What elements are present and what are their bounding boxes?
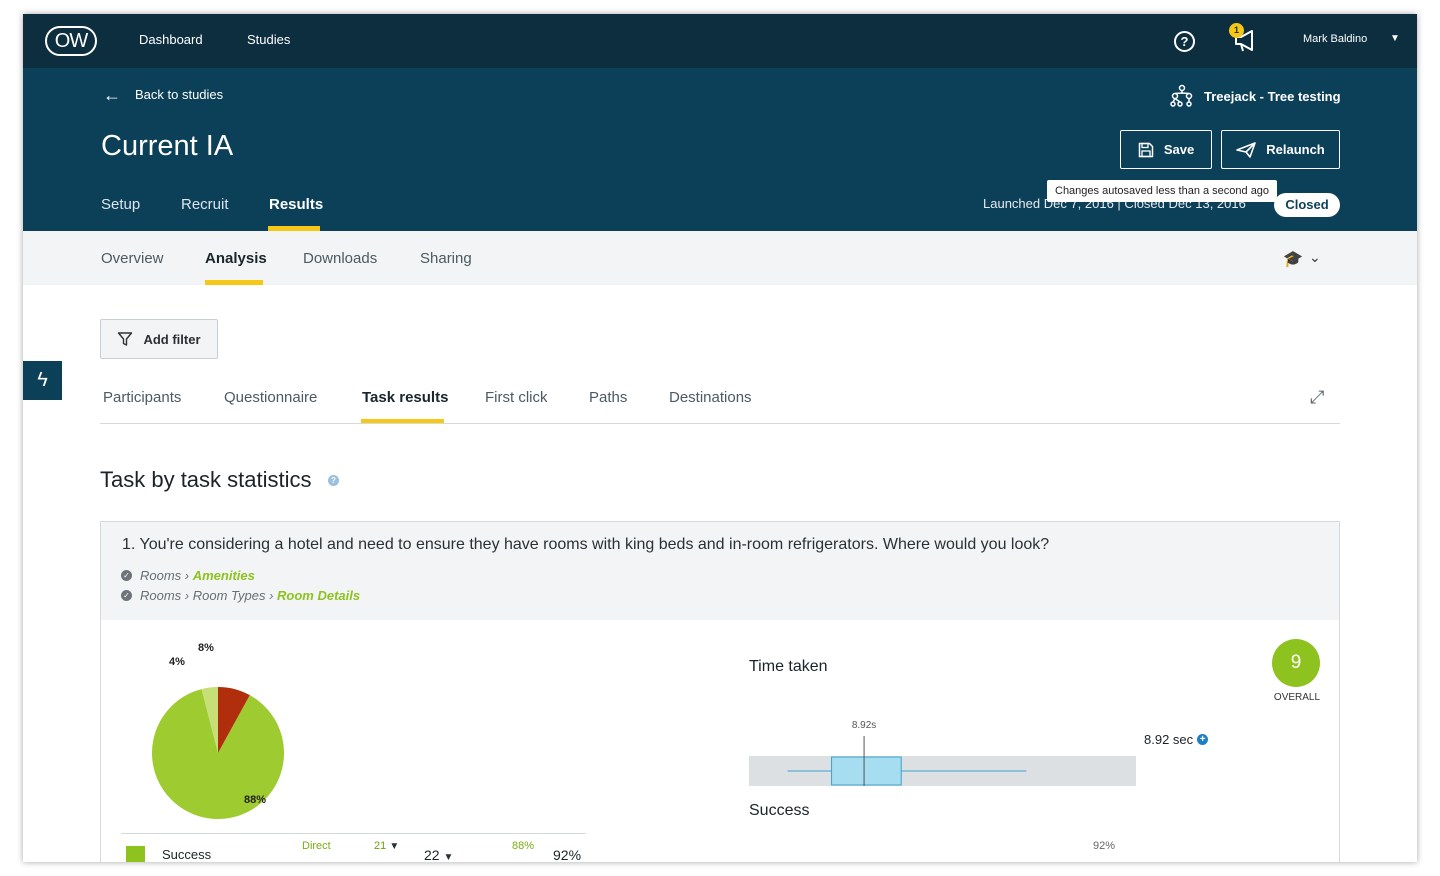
expand-icon[interactable]: ⤢ [1310,387,1324,408]
study-type-label: Treejack - Tree testing [1204,88,1341,104]
direct-count[interactable]: 21 ▼ [374,840,399,852]
overall-label: OVERALL [1273,692,1321,703]
correct-path: ✓ Rooms › Room Types › Room Details [121,588,360,603]
task-header: 1. You're considering a hotel and need t… [101,522,1339,620]
time-taken-title: Time taken [749,658,828,675]
save-label: Save [1163,142,1195,157]
pie-label-indirect: 4% [169,656,185,668]
filter-icon [118,332,133,346]
user-menu[interactable]: Mark Baldino [1303,33,1367,45]
tab-analysis[interactable]: Analysis [205,250,267,267]
median-label: 8.92s [852,720,876,731]
back-label: Back to studies [135,87,224,102]
check-circle-icon: ✓ [121,590,132,601]
page-title: Current IA [101,130,234,162]
logo[interactable]: OW [45,26,97,56]
success-bar-pct: 92% [1093,840,1116,852]
tab-first-click[interactable]: First click [485,389,548,406]
tab-recruit[interactable]: Recruit [181,196,229,213]
filter-icon[interactable]: ▼ [389,841,399,852]
tab-task-results[interactable]: Task results [362,389,448,406]
success-total[interactable]: 22 ▼ [424,847,453,862]
arrow-left-icon: ← [103,84,121,105]
chevron-down-icon[interactable]: ▼ [1390,33,1400,44]
study-type: Treejack - Tree testing [1170,84,1341,108]
overall-score: 9 [1272,639,1320,687]
tab-results[interactable]: Results [269,196,323,213]
app-window: OW Dashboard Studies ? 1 Mark Baldino ▼ … [23,14,1417,862]
success-swatch [126,846,145,862]
boxplot-box [831,756,902,786]
add-filter-button[interactable]: Add filter [100,319,218,359]
status-badge: Closed [1274,193,1340,217]
relaunch-button[interactable]: Relaunch [1221,130,1340,169]
filter-icon[interactable]: ▼ [443,852,453,862]
tab-sharing[interactable]: Sharing [420,250,472,267]
tree-icon [1170,84,1193,107]
task-question: 1. You're considering a hotel and need t… [122,536,1050,553]
time-value: 8.92 sec + [1144,732,1209,747]
path-prefix: Rooms › Room Types › [140,588,278,603]
section-title: Task by task statistics [100,467,312,492]
direct-label: Direct [302,840,331,852]
time-boxplot: 8.92s036912151821242730 [749,720,1136,786]
study-header: ← Back to studies Treejack - Tree testin… [23,68,1417,231]
success-total-value: 22 [424,847,440,862]
active-subtab-indicator [205,280,263,285]
chevron-down-icon[interactable]: ⌄ [1309,249,1321,266]
divider [100,423,1340,424]
direct-pct: 88% [512,840,535,852]
path-prefix: Rooms › [140,568,193,583]
correct-path: ✓ Rooms › Amenities [121,568,255,583]
graduation-cap-icon[interactable]: 🎓 [1283,249,1303,269]
success-title: Success [749,802,810,819]
top-navbar: OW Dashboard Studies ? 1 Mark Baldino ▼ [23,14,1417,68]
paper-plane-icon [1236,141,1257,158]
legend-success-label: Success [162,847,212,862]
pie-label-success: 88% [244,794,267,806]
pie-label-fail: 8% [198,642,214,654]
task-card: 1. You're considering a hotel and need t… [100,521,1340,862]
add-filter-label: Add filter [143,331,201,347]
results-subnav: Overview Analysis Downloads Sharing 🎓 ⌄ [23,231,1417,285]
path-destination: Room Details [277,588,361,603]
nav-studies[interactable]: Studies [247,32,290,47]
plus-icon[interactable]: + [1197,734,1209,745]
relaunch-label: Relaunch [1266,142,1325,157]
time-value-label: 8.92 sec [1144,732,1194,747]
save-button[interactable]: Save [1120,130,1212,169]
tab-downloads[interactable]: Downloads [303,250,377,267]
lightning-icon[interactable]: ϟ [23,361,62,400]
autosave-tooltip: Changes autosaved less than a second ago [1047,180,1278,202]
divider [121,833,586,834]
tab-questionnaire[interactable]: Questionnaire [224,389,317,406]
success-pct: 92% [553,847,582,862]
notification-badge: 1 [1229,23,1244,38]
tab-paths[interactable]: Paths [589,389,627,406]
direct-count-value: 21 [374,840,387,852]
path-destination: Amenities [192,568,255,583]
tab-participants[interactable]: Participants [103,389,181,406]
info-icon[interactable]: ? [328,475,339,486]
outcome-pie-chart [152,687,284,819]
nav-dashboard[interactable]: Dashboard [139,32,203,47]
back-link[interactable]: ← Back to studies [103,84,224,105]
check-circle-icon: ✓ [121,570,132,581]
save-icon [1138,142,1154,157]
tab-destinations[interactable]: Destinations [669,389,752,406]
tab-overview[interactable]: Overview [101,250,164,267]
help-icon[interactable]: ? [1174,31,1195,52]
tab-setup[interactable]: Setup [101,196,140,213]
